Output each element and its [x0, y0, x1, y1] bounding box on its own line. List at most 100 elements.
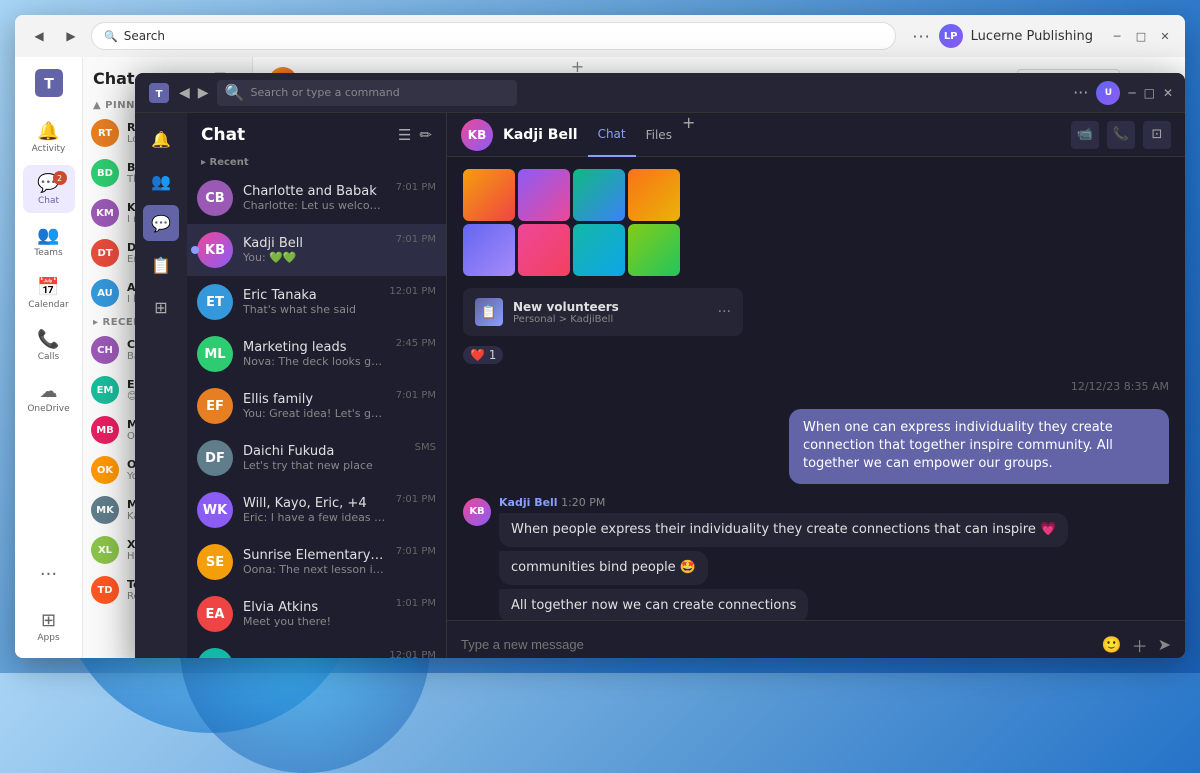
forward-button[interactable]: ▶ [59, 24, 83, 48]
contact-time: 7:01 PM [396, 494, 436, 505]
avatar: CB [197, 180, 233, 216]
contact-time: 7:01 PM [396, 546, 436, 557]
inner-sidebar-activity[interactable]: 🔔 [143, 121, 179, 157]
inner-close-button[interactable]: ✕ [1163, 86, 1173, 100]
incoming-message: All together now we can create connectio… [499, 589, 808, 620]
apps-icon: ⊞ [41, 610, 56, 631]
notif-sub: Personal > KadjiBell [513, 314, 708, 325]
inner-list-item[interactable]: CB Charlotte and Babak Charlotte: Let us… [187, 172, 446, 224]
video-button[interactable]: 📹 [1071, 121, 1099, 149]
contact-time: 7:01 PM [396, 234, 436, 245]
minimize-button[interactable]: ─ [1109, 28, 1125, 44]
inner-topbar: T ◀ ▶ 🔍 Search or type a command ··· U ─… [135, 73, 1185, 113]
more-icon: ··· [40, 564, 57, 585]
inner-user-avatar: U [1096, 81, 1120, 105]
call-button[interactable]: 📞 [1107, 121, 1135, 149]
browser-topbar: ◀ ▶ 🔍 Search ··· LP Lucerne Publishing ─… [15, 15, 1185, 57]
inner-list-item[interactable]: DF Daichi Fukuda Let's try that new plac… [187, 432, 446, 484]
notif-icon: 📋 [475, 298, 503, 326]
emoji-picker-icon[interactable]: 🙂 [1102, 635, 1122, 654]
sidebar-item-chat[interactable]: 2 💬 Chat [23, 165, 75, 213]
avatar: SE [197, 544, 233, 580]
sidebar-item-calls[interactable]: 📞 Calls [23, 321, 75, 369]
image-thumb [573, 224, 625, 276]
notif-title: New volunteers [513, 300, 708, 314]
address-bar[interactable]: 🔍 Search [91, 22, 896, 50]
notif-more-icon[interactable]: ··· [718, 304, 731, 320]
inner-forward-button[interactable]: ▶ [198, 85, 209, 101]
inner-maximize-button[interactable]: □ [1144, 86, 1155, 100]
avatar: AU [91, 279, 119, 307]
avatar: DT [91, 239, 119, 267]
inner-sidebar-people[interactable]: 👥 [143, 163, 179, 199]
inner-list-item[interactable]: EF Ellis family You: Great idea! Let's g… [187, 380, 446, 432]
contact-preview: Let's try that new place [243, 459, 405, 472]
contact-preview: Charlotte: Let us welcome our new PTA vo… [243, 199, 386, 212]
avatar: ET [197, 284, 233, 320]
message-input[interactable] [461, 637, 1092, 652]
contact-name: Sunrise Elementary Volunteers [243, 548, 386, 563]
send-icon[interactable]: ➤ [1158, 635, 1171, 654]
sidebar-item-calendar[interactable]: 📅 Calendar [23, 269, 75, 317]
sidebar-item-apps[interactable]: ⊞ Apps [23, 602, 75, 650]
sidebar-item-activity[interactable]: 🔔 Activity [23, 113, 75, 161]
inner-tab-chat[interactable]: Chat [588, 113, 636, 157]
inner-sidebar-teams[interactable]: 📋 [143, 247, 179, 283]
inner-sidebar-chat[interactable]: 💬 [143, 205, 179, 241]
activity-label: Activity [32, 144, 66, 154]
inner-chat-main: KB Kadji Bell Chat Files + 📹 📞 ⊡ [447, 113, 1185, 658]
sidebar-item-more[interactable]: ··· [23, 550, 75, 598]
browser-menu-dots[interactable]: ··· [912, 27, 930, 46]
teams-icon: 👥 [37, 225, 59, 246]
inner-list-item[interactable]: EA Elvia Atkins Meet you there! 1:01 PM [187, 588, 446, 640]
inner-list-item[interactable]: ML Marketing leads Nova: The deck looks … [187, 328, 446, 380]
inner-search-bar[interactable]: 🔍 Search or type a command [217, 80, 517, 106]
inner-list-item[interactable]: ET Eric Tanaka That's what she said 12:0… [187, 276, 446, 328]
contact-name: Charlotte and Babak [243, 184, 386, 199]
incoming-message-group: KB Kadji Bell 1:20 PM When people expres… [463, 496, 1169, 620]
maximize-button[interactable]: □ [1133, 28, 1149, 44]
inner-list-item[interactable]: WK Will, Kayo, Eric, +4 Eric: I have a f… [187, 484, 446, 536]
attach-icon[interactable]: ＋ [1132, 633, 1148, 657]
inner-list-item[interactable]: KA Karin Blair 12:01 PM [187, 640, 446, 658]
inner-tab-add[interactable]: + [682, 113, 695, 157]
close-button[interactable]: ✕ [1157, 28, 1173, 44]
reaction-badge[interactable]: ❤️ 1 [463, 346, 503, 364]
chat-badge: 2 [53, 171, 67, 185]
avatar: TD [91, 576, 119, 604]
address-text: Search [124, 29, 165, 43]
avatar: CH [91, 336, 119, 364]
contact-time: 2:45 PM [396, 338, 436, 349]
inner-body: 🔔 👥 💬 📋 ⊞ Chat ☰ ✏ ▸ Recent CB [135, 113, 1185, 658]
browser-win-controls: ─ □ ✕ [1109, 28, 1173, 44]
inner-compose-icon[interactable]: ✏ [419, 126, 432, 144]
inner-search-icon: 🔍 [225, 83, 245, 102]
avatar: EF [197, 388, 233, 424]
inner-back-button[interactable]: ◀ [179, 85, 190, 101]
contact-name: Daichi Fukuda [243, 444, 405, 459]
inner-sidebar-apps[interactable]: ⊞ [143, 289, 179, 325]
sidebar-item-teams[interactable]: 👥 Teams [23, 217, 75, 265]
image-thumb [463, 169, 515, 221]
contact-preview: Oona: The next lesson is on Mercury and … [243, 563, 386, 576]
inner-list-item[interactable]: SE Sunrise Elementary Volunteers Oona: T… [187, 536, 446, 588]
expand-button[interactable]: ⊡ [1143, 121, 1171, 149]
inner-list-item-active[interactable]: KB Kadji Bell You: 💚💚 7:01 PM [187, 224, 446, 276]
sidebar-item-onedrive[interactable]: ☁ OneDrive [23, 373, 75, 421]
contact-preview: Eric: I have a few ideas to share [243, 511, 386, 524]
inner-topbar-right: ··· U ─ □ ✕ [1073, 81, 1173, 105]
contact-name: Ellis family [243, 392, 386, 407]
avatar: DF [197, 440, 233, 476]
inner-tab-files[interactable]: Files [636, 113, 682, 157]
inner-filter-icon[interactable]: ☰ [398, 126, 411, 144]
contact-time: 7:01 PM [396, 182, 436, 193]
contact-name: Elvia Atkins [243, 600, 386, 615]
contact-time: 1:01 PM [396, 598, 436, 609]
inner-menu-dots[interactable]: ··· [1073, 83, 1088, 102]
back-button[interactable]: ◀ [27, 24, 51, 48]
contact-time: SMS [415, 442, 436, 453]
inner-minimize-button[interactable]: ─ [1128, 86, 1135, 100]
image-thumb [518, 224, 570, 276]
inner-chat-title: Chat [201, 125, 245, 145]
contact-preview: You: 💚💚 [243, 251, 386, 264]
